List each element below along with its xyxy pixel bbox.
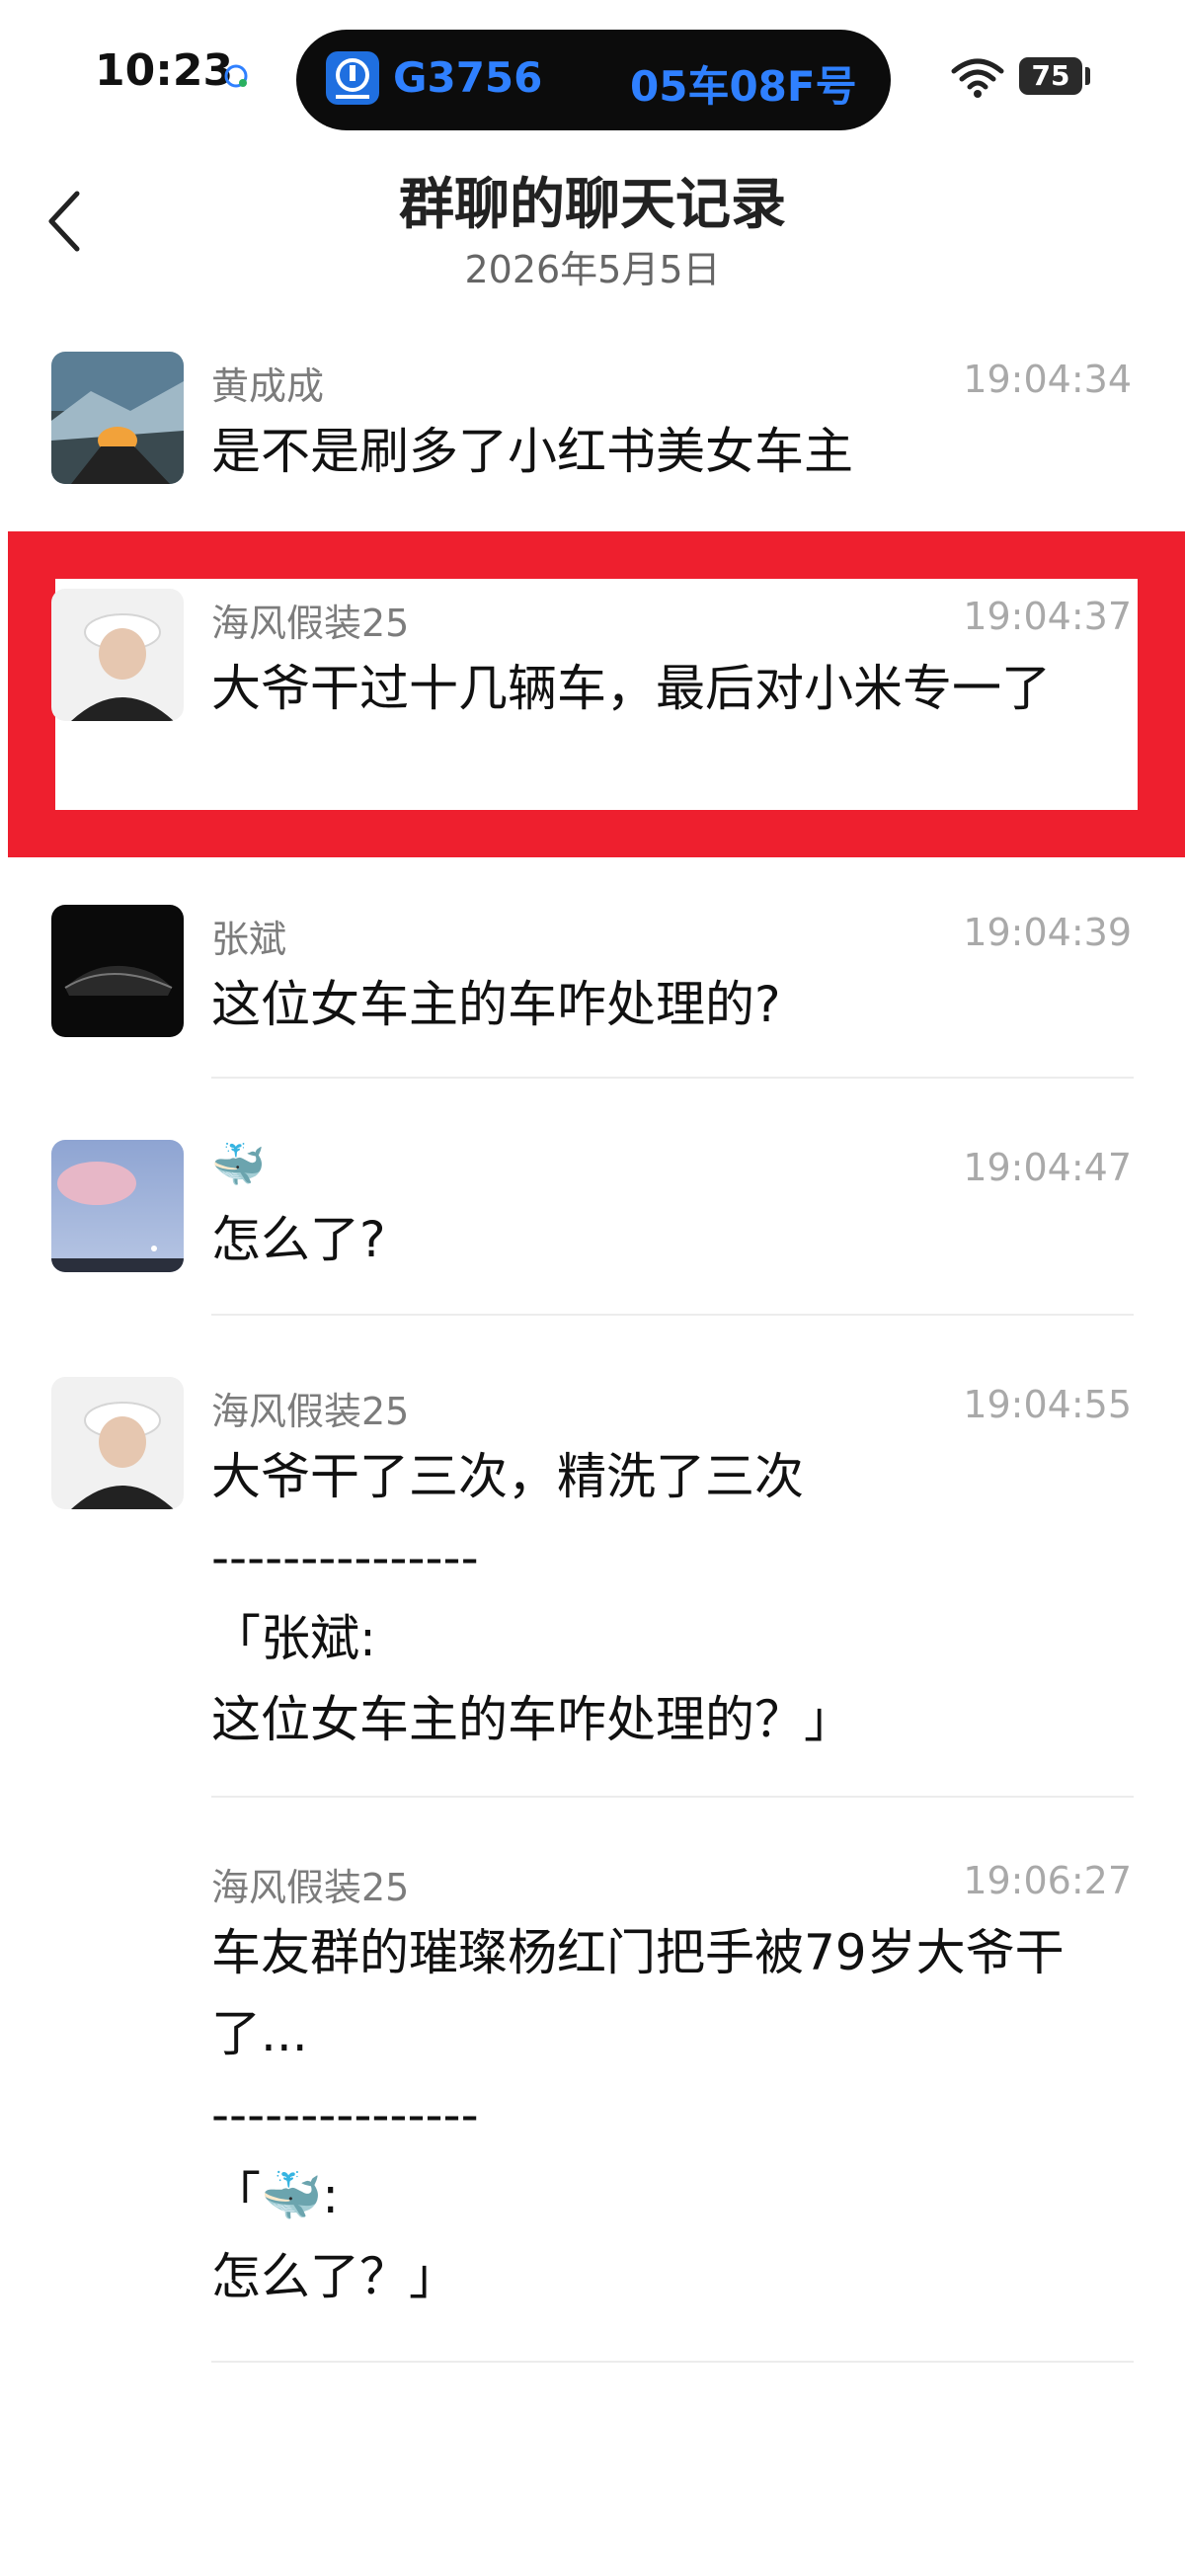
train-number: G3756 — [393, 53, 543, 102]
page-title: 群聊的聊天记录 — [399, 173, 786, 237]
quote-header: 「张斌: — [211, 1610, 376, 1667]
divider — [211, 1796, 1134, 1798]
message-text: 这位女车主的车咋处理的? — [211, 976, 781, 1033]
status-time: 10:23 — [95, 45, 234, 96]
page-date: 2026年5月5日 — [464, 248, 721, 291]
wifi-icon — [951, 58, 1004, 98]
avatar[interactable] — [51, 1377, 184, 1509]
battery-indicator: 75 — [1019, 57, 1082, 95]
message-item[interactable]: 海风假装25 19:04:55 大爷干了三次，精洗了三次 -----------… — [0, 1373, 1185, 1788]
avatar[interactable] — [51, 589, 184, 721]
quote-header: 「🐳: — [211, 2167, 340, 2224]
message-time: 19:06:27 — [963, 1859, 1132, 1902]
avatar[interactable] — [51, 352, 184, 484]
message-time: 19:04:39 — [963, 911, 1132, 954]
divider — [211, 1077, 1134, 1079]
message-time: 19:04:37 — [963, 595, 1132, 638]
sender-name: 张斌 — [211, 918, 287, 961]
avatar[interactable] — [51, 905, 184, 1037]
battery-tip — [1085, 67, 1090, 85]
message-item[interactable]: 海风假装25 19:06:27 车友群的璀璨杨红门把手被79岁大爷干了... -… — [0, 1849, 1185, 2343]
divider — [211, 2361, 1134, 2363]
divider — [211, 1314, 1134, 1316]
seat-number: 05车08F号 — [630, 62, 857, 111]
message-text: 车友群的璀璨杨红门把手被79岁大爷干了... — [211, 1924, 1065, 2062]
status-bar: 10:23 G3756 05车08F号 75 — [0, 0, 1185, 148]
message-item[interactable]: 黄成成 19:04:34 是不是刷多了小红书美女车主 — [0, 348, 1185, 525]
message-time: 19:04:34 — [963, 358, 1132, 401]
message-item-highlighted[interactable]: 海风假装25 19:04:37 大爷干过十几辆车，最后对小米专一了 — [0, 585, 1185, 812]
avatar[interactable] — [51, 1140, 184, 1272]
message-time: 19:04:55 — [963, 1383, 1132, 1426]
sender-name: 🐳 — [211, 1140, 266, 1190]
sender-name: 海风假装25 — [211, 1390, 410, 1433]
message-item[interactable]: 张斌 19:04:39 这位女车主的车咋处理的? — [0, 901, 1185, 1079]
message-item[interactable]: 🐳 19:04:47 怎么了? — [0, 1136, 1185, 1314]
railway-logo-icon — [326, 51, 379, 105]
sender-name: 海风假装25 — [211, 602, 410, 645]
message-text: 怎么了? — [211, 1211, 386, 1268]
message-time: 19:04:47 — [963, 1146, 1132, 1189]
message-text: 是不是刷多了小红书美女车主 — [211, 423, 853, 480]
sender-name: 黄成成 — [211, 364, 325, 408]
message-text: 大爷干过十几辆车，最后对小米专一了 — [211, 660, 1051, 717]
quote-body: 怎么了？」 — [211, 2248, 458, 2305]
quote-separator: --------------- — [211, 1529, 479, 1586]
sender-name: 海风假装25 — [211, 1866, 410, 1909]
quote-body: 这位女车主的车咋处理的？」 — [211, 1691, 853, 1748]
message-text: 大爷干了三次，精洗了三次 — [211, 1448, 804, 1505]
sync-icon — [224, 64, 248, 88]
quote-separator: --------------- — [211, 2086, 479, 2143]
